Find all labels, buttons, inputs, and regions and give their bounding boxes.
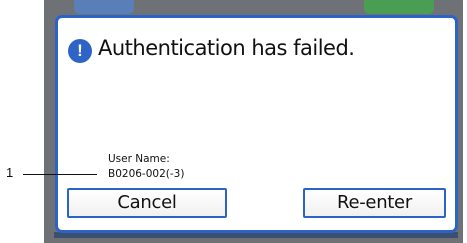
- reenter-button[interactable]: Re-enter: [303, 188, 446, 218]
- status-tab-left: [74, 0, 134, 14]
- callout-number: 1: [6, 165, 14, 180]
- dialog-message: Authentication has failed.: [98, 36, 355, 60]
- user-name-value: B0206-002(-3): [108, 168, 185, 180]
- alert-icon: !: [68, 39, 92, 63]
- callout-leader-line: [23, 174, 97, 175]
- cancel-button[interactable]: Cancel: [67, 188, 227, 218]
- authentication-error-dialog: ! Authentication has failed. User Name: …: [55, 15, 458, 233]
- user-name-label: User Name:: [108, 153, 170, 165]
- status-tab-right: [364, 0, 434, 14]
